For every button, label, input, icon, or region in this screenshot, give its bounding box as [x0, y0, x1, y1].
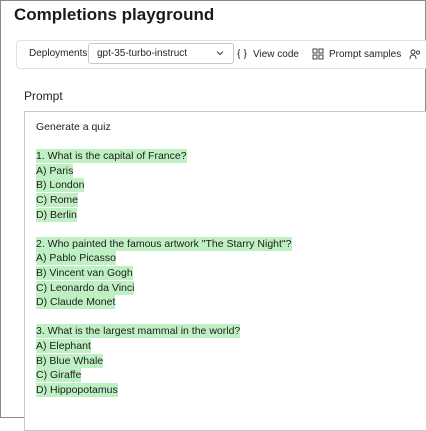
- prompt-intro-line: Generate a quiz: [36, 120, 292, 135]
- prompt-content: Generate a quiz 1. What is the capital o…: [36, 120, 292, 412]
- deployment-select[interactable]: gpt-35-turbo-instruct: [88, 43, 234, 64]
- option-line: D) Hippopotamus: [36, 382, 292, 398]
- view-code-button[interactable]: View code: [236, 45, 299, 63]
- option-text: D) Claude Monet: [36, 295, 116, 310]
- question-text: 3. What is the largest mammal in the wor…: [36, 324, 241, 339]
- grid-icon: [312, 48, 324, 60]
- option-line: D) Claude Monet: [36, 295, 292, 310]
- extra-toolbar-button[interactable]: [409, 45, 426, 63]
- option-text: C) Rome: [36, 192, 79, 207]
- option-text: A) Paris: [36, 163, 74, 178]
- option-line: D) Berlin: [36, 207, 292, 223]
- option-text: D) Berlin: [36, 207, 77, 222]
- page-title: Completions playground: [14, 5, 215, 24]
- people-icon: [409, 49, 421, 60]
- prompt-intro: Generate a quiz: [36, 121, 111, 133]
- option-text: D) Hippopotamus: [36, 382, 118, 397]
- option-text: A) Pablo Picasso: [36, 251, 116, 266]
- option-text: B) Vincent van Gogh: [36, 265, 133, 280]
- option-text: A) Elephant: [36, 338, 91, 353]
- view-code-label: View code: [253, 48, 299, 60]
- option-line: B) London: [36, 178, 292, 193]
- question-text: 1. What is the capital of France?: [36, 149, 187, 164]
- option-text: C) Leonardo da Vinci: [36, 280, 135, 295]
- option-line: B) Vincent van Gogh: [36, 265, 292, 281]
- code-braces-icon: [237, 49, 247, 59]
- toolbar: Deployments gpt-35-turbo-instruct View c…: [16, 40, 426, 69]
- question-line: 1. What is the capital of France?: [36, 149, 292, 164]
- chevron-down-icon: [216, 51, 224, 56]
- prompt-samples-button[interactable]: Prompt samples: [312, 45, 401, 63]
- deployment-select-value: gpt-35-turbo-instruct: [97, 48, 188, 59]
- prompt-label: Prompt: [24, 89, 63, 103]
- option-line: C) Rome: [36, 192, 292, 208]
- option-line: A) Pablo Picasso: [36, 251, 292, 266]
- option-line: C) Leonardo da Vinci: [36, 280, 292, 296]
- option-line: A) Paris: [36, 163, 292, 179]
- option-text: B) Blue Whale: [36, 353, 104, 368]
- option-line: B) Blue Whale: [36, 353, 292, 369]
- option-line: A) Elephant: [36, 338, 292, 354]
- question-line: 3. What is the largest mammal in the wor…: [36, 324, 292, 339]
- option-text: B) London: [36, 178, 85, 193]
- deployments-label: Deployments: [29, 48, 88, 59]
- prompt-textarea[interactable]: Generate a quiz 1. What is the capital o…: [24, 111, 426, 431]
- question-text: 2. Who painted the famous artwork "The S…: [36, 236, 292, 251]
- option-line: C) Giraffe: [36, 368, 292, 383]
- prompt-samples-label: Prompt samples: [329, 48, 402, 60]
- option-text: C) Giraffe: [36, 368, 82, 383]
- question-line: 2. Who painted the famous artwork "The S…: [36, 236, 292, 252]
